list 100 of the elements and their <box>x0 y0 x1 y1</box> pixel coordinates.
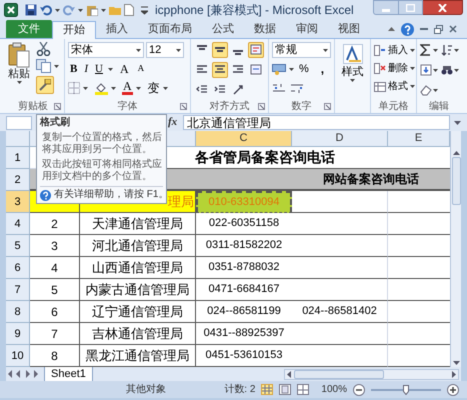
help-icon[interactable] <box>401 22 414 36</box>
binoculars-icon[interactable] <box>440 64 452 76</box>
increase-decimal-icon[interactable] <box>272 82 286 94</box>
formula-input[interactable]: 北京通信管理局 <box>183 115 450 130</box>
save-icon[interactable] <box>25 4 37 16</box>
caret-icon[interactable] <box>433 88 438 92</box>
caret-icon[interactable] <box>454 48 458 52</box>
middle-align-button[interactable] <box>212 42 228 58</box>
fill-color-icon[interactable] <box>95 82 108 94</box>
column-header[interactable]: C <box>196 131 292 146</box>
font-color-button[interactable]: A <box>122 81 133 95</box>
font-size-dropdown[interactable]: 12 <box>146 42 184 58</box>
ribbon-tab[interactable]: 审阅 <box>286 20 328 38</box>
document-icon[interactable] <box>124 4 134 16</box>
page-layout-icon[interactable] <box>279 384 292 395</box>
close-icon[interactable] <box>449 25 457 33</box>
row-header[interactable]: 3 <box>6 191 30 213</box>
ribbon-tab[interactable]: 公式 <box>202 20 244 38</box>
caret-icon[interactable] <box>454 68 458 72</box>
undo-icon[interactable] <box>40 4 52 16</box>
sheet-tab[interactable]: Sheet1 <box>44 367 93 381</box>
row-header[interactable]: 5 <box>6 235 30 257</box>
dialog-launcher-icon[interactable] <box>258 103 265 110</box>
vertical-scrollbar[interactable] <box>450 131 461 367</box>
row-header[interactable]: 10 <box>6 345 30 367</box>
format-painter-button[interactable] <box>36 76 54 94</box>
tooltip-title: 格式刷 <box>40 117 71 129</box>
row-header[interactable]: 4 <box>6 213 30 235</box>
row-header[interactable]: 1 <box>6 147 30 169</box>
insert-function-button[interactable]: fx <box>166 114 180 131</box>
customize-icon[interactable] <box>141 5 148 15</box>
cut-icon[interactable] <box>36 42 52 56</box>
caret-icon[interactable] <box>289 68 294 70</box>
sort-filter-icon[interactable] <box>440 44 452 56</box>
sum-icon[interactable] <box>420 44 432 56</box>
maximize-button[interactable] <box>399 0 423 15</box>
caret-icon[interactable] <box>108 68 113 70</box>
shrink-font-button[interactable]: A <box>136 62 146 76</box>
ribbon-tab[interactable]: 视图 <box>328 20 370 38</box>
comma-button[interactable]: , <box>318 60 328 78</box>
horizontal-scrollbar[interactable] <box>284 368 459 380</box>
font-name-dropdown[interactable]: 宋体 <box>68 42 144 58</box>
ribbon-tab[interactable]: 开始 <box>52 21 96 39</box>
currency-icon[interactable] <box>272 64 286 74</box>
slider-thumb[interactable] <box>403 384 409 394</box>
caret-icon[interactable] <box>433 48 438 52</box>
scroll-thumb[interactable] <box>452 157 460 205</box>
caret-icon[interactable] <box>83 86 88 90</box>
paste-button[interactable]: 粘贴 <box>5 42 33 99</box>
styles-button[interactable]: 样式 <box>338 42 367 99</box>
dialog-launcher-icon[interactable] <box>54 103 61 110</box>
row-header[interactable]: 9 <box>6 323 30 345</box>
dialog-launcher-icon[interactable] <box>180 103 187 110</box>
cells-menu-button[interactable]: 插入 <box>374 42 415 58</box>
row-header[interactable]: 6 <box>6 257 30 279</box>
caret-icon[interactable] <box>78 8 83 12</box>
expand-formula-icon[interactable] <box>454 120 461 124</box>
caret-icon[interactable] <box>136 86 141 90</box>
grow-font-button[interactable]: A <box>118 60 131 78</box>
underline-button[interactable]: U <box>93 60 105 78</box>
row-header[interactable]: 2 <box>6 169 30 191</box>
collapse-ribbon-icon[interactable] <box>388 27 395 31</box>
eraser-icon[interactable] <box>420 84 432 96</box>
copy-icon[interactable] <box>36 59 52 73</box>
close-button[interactable] <box>423 0 463 15</box>
ribbon-tab[interactable]: 页面布局 <box>138 20 202 38</box>
ribbon-tab[interactable]: 插入 <box>96 20 138 38</box>
decrease-decimal-icon[interactable] <box>290 82 304 94</box>
italic-button[interactable]: I <box>82 60 90 78</box>
caret-icon[interactable] <box>101 8 106 12</box>
scroll-thumb[interactable] <box>294 370 384 378</box>
caret-icon[interactable] <box>111 86 116 90</box>
wrap-text-button[interactable] <box>248 42 264 58</box>
normal-view-icon[interactable] <box>261 384 274 395</box>
cells-menu-button[interactable]: 格式 <box>374 78 415 94</box>
caret-icon[interactable] <box>55 8 60 12</box>
zoom-level[interactable]: 100% <box>321 382 347 397</box>
ribbon-tab[interactable]: 数据 <box>244 20 286 38</box>
phonetic-button[interactable]: 变 <box>148 79 160 97</box>
cells-menu-button[interactable]: 删除 <box>374 60 415 76</box>
number-format-dropdown[interactable]: 常规 <box>272 42 331 58</box>
row-header[interactable]: 7 <box>6 279 30 301</box>
percent-button[interactable]: % <box>297 60 311 78</box>
caret-icon[interactable] <box>54 64 59 68</box>
dialog-launcher-icon[interactable] <box>324 103 331 110</box>
zoom-in-icon[interactable] <box>447 384 459 396</box>
caret-icon[interactable] <box>162 86 168 90</box>
page-break-icon[interactable] <box>297 384 310 395</box>
ribbon-tab[interactable]: 文件 <box>6 20 52 38</box>
fill-down-icon[interactable] <box>420 64 432 76</box>
restore-icon[interactable] <box>434 24 443 34</box>
bold-button[interactable]: B <box>68 60 80 78</box>
minimize-button[interactable] <box>373 0 399 15</box>
center-button[interactable] <box>212 62 228 78</box>
caret-icon[interactable] <box>433 68 438 72</box>
minimize-icon[interactable] <box>420 28 428 30</box>
zoom-out-icon[interactable] <box>353 384 365 396</box>
row-header[interactable]: 8 <box>6 301 30 323</box>
column-header[interactable]: D <box>292 131 388 146</box>
paste-icon[interactable] <box>86 4 98 16</box>
